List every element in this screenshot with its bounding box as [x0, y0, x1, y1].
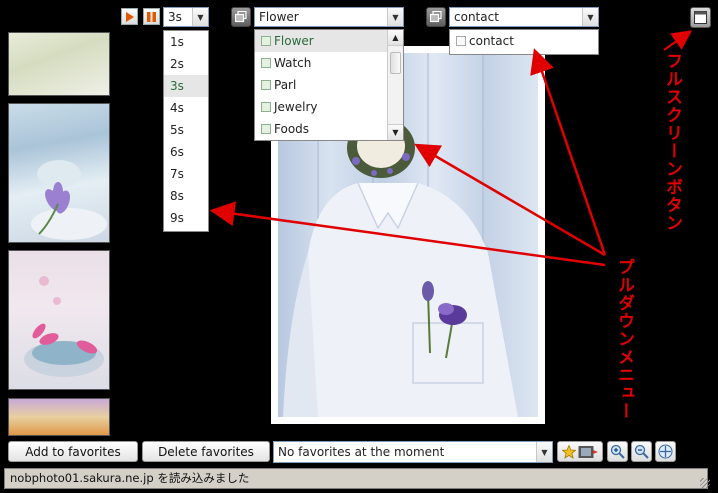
thumbnail-3[interactable] [8, 250, 110, 390]
page-window-button[interactable] [426, 7, 446, 27]
category-option[interactable]: Parl [255, 74, 387, 96]
flower-bowl-thumbnail-image [24, 276, 104, 377]
interval-option[interactable]: 2s [164, 53, 208, 75]
page-select[interactable]: contact ▼ [449, 7, 599, 27]
category-option[interactable]: Foods [255, 118, 387, 140]
favorites-select[interactable]: No favorites at the moment ▼ [273, 441, 553, 463]
category-option-label: Foods [274, 122, 310, 136]
interval-option-label: 1s [170, 35, 184, 49]
delete-favorites-button[interactable]: Delete favorites [142, 441, 270, 462]
category-option[interactable]: Jewelry [255, 96, 387, 118]
chevron-down-icon[interactable]: ▼ [387, 8, 403, 26]
interval-value: 3s [168, 10, 182, 24]
page-option[interactable]: contact [450, 30, 598, 52]
chevron-down-icon[interactable]: ▼ [192, 8, 208, 26]
move-icon [658, 444, 673, 459]
category-select[interactable]: Flower ▼ [254, 7, 404, 27]
scrollbar[interactable]: ▲ ▼ [387, 30, 403, 140]
interval-option[interactable]: 6s [164, 141, 208, 163]
thumbnail-1[interactable] [8, 32, 110, 96]
fullscreen-icon [694, 11, 707, 24]
fullscreen-button[interactable] [690, 7, 711, 28]
arrow-to-page-dropdown [530, 48, 607, 256]
interval-option-label: 9s [170, 211, 184, 225]
page-option-label: contact [469, 34, 514, 48]
folder-icon [261, 124, 271, 134]
interval-option-label: 8s [170, 189, 184, 203]
play-button[interactable] [121, 8, 138, 25]
arrow-to-fullscreen [663, 30, 693, 51]
category-option-label: Flower [274, 34, 314, 48]
category-value: Flower [259, 10, 299, 24]
interval-option-label: 7s [170, 167, 184, 181]
folder-icon [261, 80, 271, 90]
interval-option[interactable]: 7s [164, 163, 208, 185]
status-bar: nobphoto01.sakura.ne.jp を読み込みました [4, 468, 708, 489]
page-dropdown-list: contact [449, 29, 599, 55]
fit-view-button[interactable] [655, 441, 676, 462]
folder-icon [261, 102, 271, 112]
interval-option[interactable]: 3s [164, 75, 208, 97]
windows-icon [430, 11, 442, 23]
category-option-label: Jewelry [274, 100, 318, 114]
scroll-down-button[interactable]: ▼ [388, 124, 403, 140]
interval-option-label: 6s [170, 145, 184, 159]
film-icon [578, 445, 598, 458]
chevron-down-icon[interactable]: ▼ [536, 442, 552, 462]
scroll-thumb[interactable] [390, 52, 401, 74]
chevron-down-icon[interactable]: ▼ [582, 8, 598, 26]
folder-icon [261, 58, 271, 68]
pulldown-annotation: プルダウンメニュー [614, 258, 634, 420]
pause-button[interactable] [143, 8, 160, 25]
interval-option[interactable]: 1s [164, 31, 208, 53]
resize-grip-icon[interactable] [700, 478, 710, 488]
pause-icon [147, 11, 156, 22]
zoom-in-button[interactable] [607, 441, 628, 462]
interval-option[interactable]: 8s [164, 185, 208, 207]
favorites-value: No favorites at the moment [278, 445, 445, 459]
zoom-out-icon [634, 444, 649, 459]
add-favorites-button[interactable]: Add to favorites [8, 441, 138, 462]
page-icon [456, 36, 466, 46]
category-option-label: Parl [274, 78, 297, 92]
thumbnail-2[interactable] [8, 103, 110, 243]
zoom-out-button[interactable] [631, 441, 652, 462]
interval-option-label: 5s [170, 123, 184, 137]
flower-thumbnail-image [31, 160, 107, 240]
interval-option-label: 4s [170, 101, 184, 115]
interval-option-label: 3s [170, 79, 184, 93]
status-text: nobphoto01.sakura.ne.jp を読み込みました [10, 471, 250, 485]
category-option-label: Watch [274, 56, 312, 70]
windows-icon [235, 11, 247, 23]
star-icon [562, 444, 576, 459]
interval-select[interactable]: 3s ▼ [163, 7, 209, 27]
interval-option[interactable]: 5s [164, 119, 208, 141]
category-option[interactable]: Watch [255, 52, 387, 74]
play-icon [126, 11, 134, 22]
zoom-in-icon [610, 444, 625, 459]
folder-icon [261, 36, 271, 46]
fullscreen-annotation: フルスクリーンボタン [662, 52, 682, 232]
interval-option[interactable]: 9s [164, 207, 208, 229]
category-dropdown-list: Flower Watch Parl Jewelry Foods ▲ ▼ [254, 29, 404, 141]
interval-dropdown-list: 1s 2s 3s 4s 5s 6s 7s 8s 9s [163, 30, 209, 232]
favorites-slideshow-button[interactable] [557, 441, 603, 462]
scroll-up-button[interactable]: ▲ [388, 30, 403, 46]
interval-option-label: 2s [170, 57, 184, 71]
interval-option[interactable]: 4s [164, 97, 208, 119]
thumbnail-4[interactable] [8, 398, 110, 436]
category-window-button[interactable] [231, 7, 251, 27]
page-value: contact [454, 10, 499, 24]
category-option[interactable]: Flower [255, 30, 387, 52]
